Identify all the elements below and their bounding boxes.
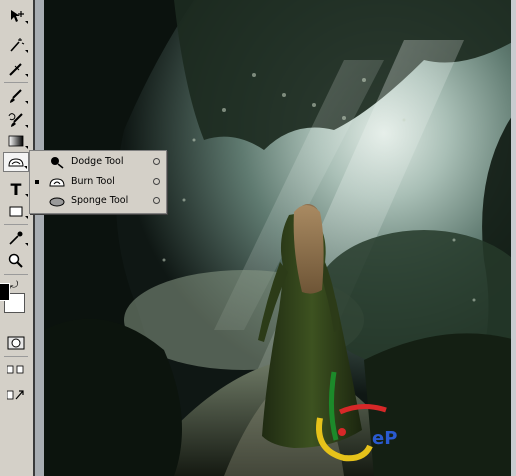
dodge-icon [51,156,64,169]
forest-photo: eP [44,0,516,476]
gradient-tool[interactable] [3,131,29,151]
screen-mode-icon [7,365,24,374]
eyedropper-icon [9,231,23,245]
menu-item-label: Sponge Tool [71,195,129,206]
brush-icon [10,89,22,103]
jump-to-imageready-button[interactable] [3,385,29,405]
zoom-icon [8,253,23,268]
foreground-color-swatch[interactable] [0,283,10,301]
swap-colors-icon[interactable]: ⤾ [10,280,18,291]
zoom-tool[interactable] [3,250,29,270]
magic-wand-icon [10,38,25,52]
menu-item-label: Burn Tool [71,176,115,187]
type-tool[interactable]: T [3,179,29,199]
menu-item-burn-tool[interactable]: Burn Tool [30,172,166,191]
jump-to-icon [7,390,24,400]
history-brush-tool[interactable] [3,110,29,130]
history-brush-icon [8,113,23,127]
right-edge [511,0,516,476]
workspace-frame [35,0,44,476]
shortcut-indicator [153,158,160,165]
selected-indicator [35,179,39,184]
sponge-icon [49,197,65,206]
brush-tool[interactable] [3,86,29,106]
quick-mask-mode-button[interactable] [3,333,29,353]
healing-brush-tool[interactable] [3,59,29,79]
dodge-tool[interactable] [3,152,29,172]
magic-wand-tool[interactable] [3,35,29,55]
menu-item-dodge-tool[interactable]: Dodge Tool [30,152,166,171]
shape-tool[interactable] [3,201,29,221]
menu-item-sponge-tool[interactable]: Sponge Tool [30,191,166,210]
eyedropper-tool[interactable] [3,228,29,248]
document-canvas[interactable]: eP [44,0,516,476]
rectangle-icon [9,206,23,217]
move-icon [11,10,24,22]
gradient-icon [8,135,24,147]
photoshop-window: T ⤾ eP Dodge Tool Burn Tool Sponge Tool [0,0,516,476]
dodge-icon [8,158,24,167]
shortcut-indicator [153,197,160,204]
burn-icon [49,177,65,186]
dodge-burn-flyout-menu: Dodge Tool Burn Tool Sponge Tool [29,150,167,214]
healing-brush-icon [9,63,22,76]
watermark-text: eP [372,428,397,449]
quick-mask-icon [7,336,25,350]
menu-item-label: Dodge Tool [71,156,124,167]
toolbox: T ⤾ [0,0,35,476]
shortcut-indicator [153,178,160,185]
move-tool[interactable] [3,6,29,26]
type-icon: T [10,179,22,199]
screen-mode-buttons[interactable] [3,360,29,380]
